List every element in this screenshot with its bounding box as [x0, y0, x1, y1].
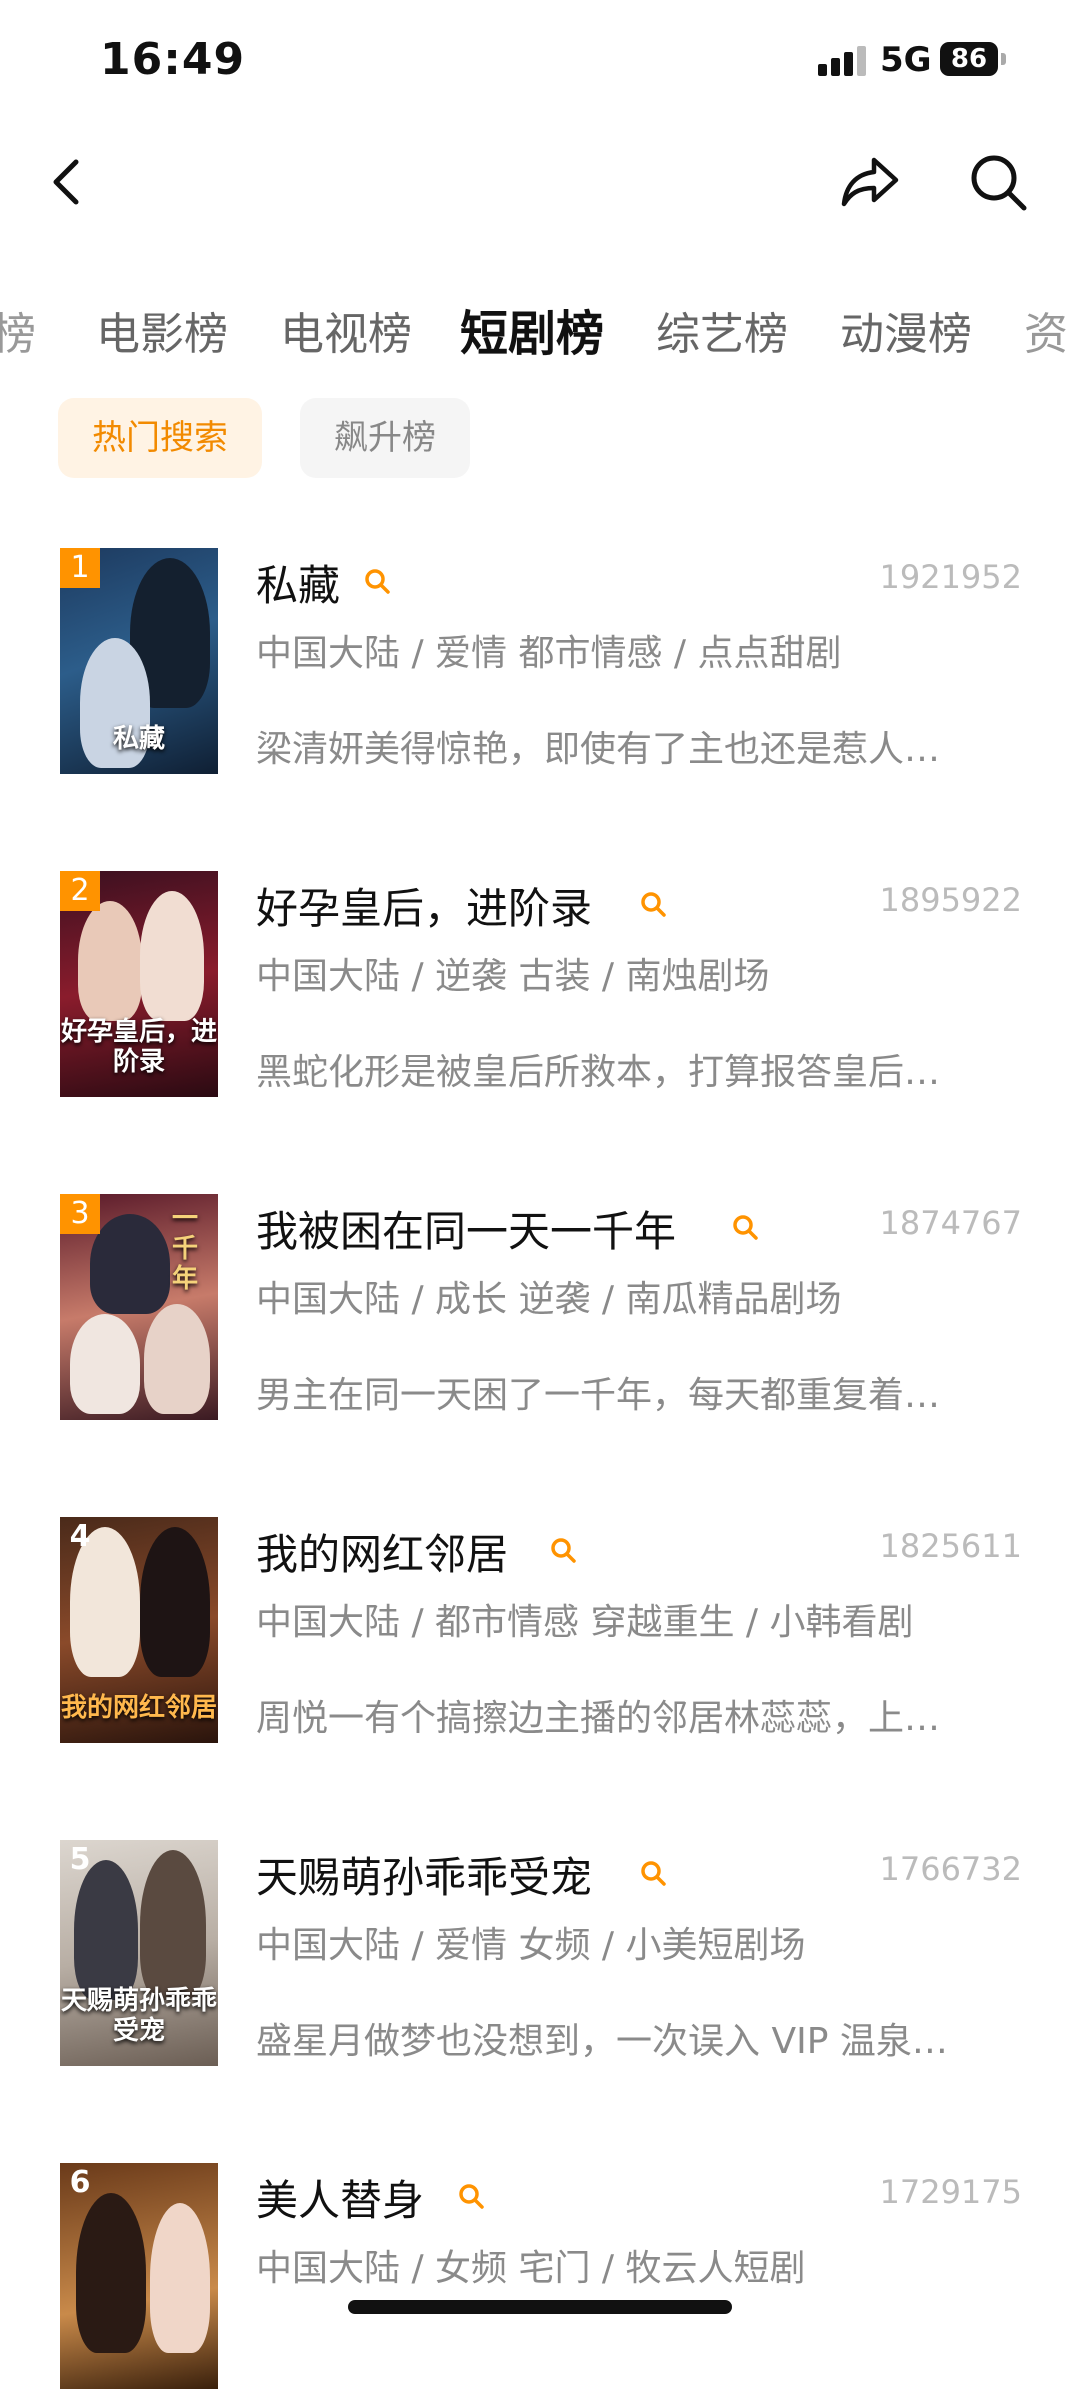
item-title[interactable]: 私藏: [256, 552, 340, 613]
tab-anime[interactable]: 动漫榜: [840, 298, 972, 362]
item-title[interactable]: 好孕皇后，进阶录: [256, 875, 592, 936]
item-title[interactable]: 我被困在同一天一千年: [256, 1198, 676, 1259]
poster-figure: [150, 2203, 210, 2353]
poster-figure: [90, 1214, 170, 1314]
tab-partial-left[interactable]: 榜: [0, 298, 36, 362]
list-item[interactable]: 好孕皇后，进阶录 2 好孕皇后，进阶录 1895922 中国大陆 / 逆袭 古装…: [0, 871, 1080, 1097]
item-desc: 黑蛇化形是被皇后所救本，打算报答皇后…: [256, 1052, 941, 1093]
search-count: 1825611: [879, 1527, 1022, 1565]
search-icon[interactable]: [730, 1212, 760, 1242]
tab-short-drama[interactable]: 短剧榜: [460, 294, 604, 364]
item-title[interactable]: 我的网红邻居: [256, 1521, 508, 1582]
poster-figure: [140, 1527, 210, 1677]
item-title[interactable]: 天赐萌孙乖乖受宠: [256, 1844, 592, 1905]
home-indicator[interactable]: [348, 2300, 732, 2314]
poster[interactable]: 天赐萌孙乖乖受宠 5: [60, 1840, 218, 2066]
poster-title: 一千年: [171, 1204, 198, 1294]
status-bar: 16:49 5G 86: [0, 0, 1080, 120]
item-desc: 男主在同一天困了一千年，每天都重复着…: [256, 1375, 941, 1416]
poster[interactable]: 我的网红邻居 4: [60, 1517, 218, 1743]
item-title[interactable]: 美人替身: [256, 2167, 424, 2228]
search-icon[interactable]: [638, 1858, 668, 1888]
item-desc: 周悦一有个搞擦边主播的邻居林蕊蕊，上…: [256, 1698, 941, 1739]
search-count: 1921952: [879, 558, 1022, 596]
chip-hot-search[interactable]: 热门搜索: [58, 398, 262, 478]
item-meta: 中国大陆 / 爱情 都市情感 / 点点甜剧: [256, 633, 842, 674]
list-item[interactable]: 6 美人替身 1729175 中国大陆 / 女频 宅门 / 牧云人短剧: [0, 2163, 1080, 2389]
list-item[interactable]: 天赐萌孙乖乖受宠 5 天赐萌孙乖乖受宠 1766732 中国大陆 / 爱情 女频…: [0, 1840, 1080, 2066]
poster[interactable]: 私藏 1: [60, 548, 218, 774]
signal-icon: [818, 46, 868, 76]
search-count: 1729175: [879, 2173, 1022, 2211]
search-icon[interactable]: [548, 1535, 578, 1565]
battery-tip: [1001, 53, 1006, 65]
poster-title: 我的网红邻居: [60, 1693, 217, 1723]
item-meta: 中国大陆 / 女频 宅门 / 牧云人短剧: [256, 2248, 806, 2289]
rank-badge: 6: [69, 2165, 91, 2200]
share-icon: [841, 157, 899, 207]
poster-figure: [70, 1314, 140, 1414]
chip-rising[interactable]: 飙升榜: [300, 398, 470, 478]
rank-badge: 3: [60, 1194, 100, 1234]
status-time: 16:49: [100, 34, 246, 85]
list-item[interactable]: 私藏 1 私藏 1921952 中国大陆 / 爱情 都市情感 / 点点甜剧 梁清…: [0, 548, 1080, 774]
poster-figure: [78, 901, 142, 1021]
tab-movie[interactable]: 电影榜: [96, 298, 228, 362]
item-meta: 中国大陆 / 爱情 女频 / 小美短剧场: [256, 1925, 806, 1966]
tab-tv[interactable]: 电视榜: [280, 298, 412, 362]
poster-figure: [140, 891, 204, 1021]
sub-tabs: 热门搜索 飙升榜: [0, 398, 1080, 478]
poster[interactable]: 一千年 3: [60, 1194, 218, 1420]
poster-title: 私藏: [112, 724, 165, 754]
poster-title: 天赐萌孙乖乖受宠: [60, 1986, 217, 2046]
battery-icon: 86: [940, 42, 998, 76]
item-meta: 中国大陆 / 成长 逆袭 / 南瓜精品剧场: [256, 1279, 842, 1320]
poster-figure: [74, 1860, 138, 2000]
tab-partial-right[interactable]: 资: [1024, 298, 1068, 362]
poster-figure: [144, 1304, 210, 1414]
network-label: 5G: [880, 40, 932, 80]
rank-badge: 4: [69, 1519, 91, 1554]
back-button[interactable]: [36, 150, 100, 214]
item-meta: 中国大陆 / 都市情感 穿越重生 / 小韩看剧: [256, 1602, 914, 1643]
item-desc: 盛星月做梦也没想到，一次误入 VIP 温泉…: [256, 2021, 948, 2062]
nav-bar: [0, 130, 1080, 230]
search-icon: [971, 155, 1027, 211]
search-button[interactable]: [966, 150, 1030, 214]
rank-badge: 1: [60, 548, 100, 588]
search-count: 1874767: [879, 1204, 1022, 1242]
item-desc: 梁清妍美得惊艳，即使有了主也还是惹人…: [256, 729, 941, 770]
poster[interactable]: 6: [60, 2163, 218, 2389]
poster-title: 好孕皇后，进阶录: [60, 1017, 217, 1077]
list-item[interactable]: 我的网红邻居 4 我的网红邻居 1825611 中国大陆 / 都市情感 穿越重生…: [0, 1517, 1080, 1743]
search-count: 1895922: [879, 881, 1022, 919]
search-icon[interactable]: [362, 566, 392, 596]
share-button[interactable]: [838, 150, 902, 214]
tab-variety[interactable]: 综艺榜: [656, 298, 788, 362]
search-count: 1766732: [879, 1850, 1022, 1888]
rank-badge: 2: [60, 871, 100, 911]
category-tabs: 榜 电影榜 电视榜 短剧榜 综艺榜 动漫榜 资: [0, 290, 1080, 370]
search-icon[interactable]: [638, 889, 668, 919]
list-item[interactable]: 一千年 3 我被困在同一天一千年 1874767 中国大陆 / 成长 逆袭 / …: [0, 1194, 1080, 1420]
search-icon[interactable]: [456, 2181, 486, 2211]
poster-figure: [140, 1850, 206, 2000]
rank-badge: 5: [69, 1842, 91, 1877]
chevron-left-icon: [53, 159, 79, 205]
item-meta: 中国大陆 / 逆袭 古装 / 南烛剧场: [256, 956, 770, 997]
poster[interactable]: 好孕皇后，进阶录 2: [60, 871, 218, 1097]
poster-figure: [76, 2193, 146, 2353]
